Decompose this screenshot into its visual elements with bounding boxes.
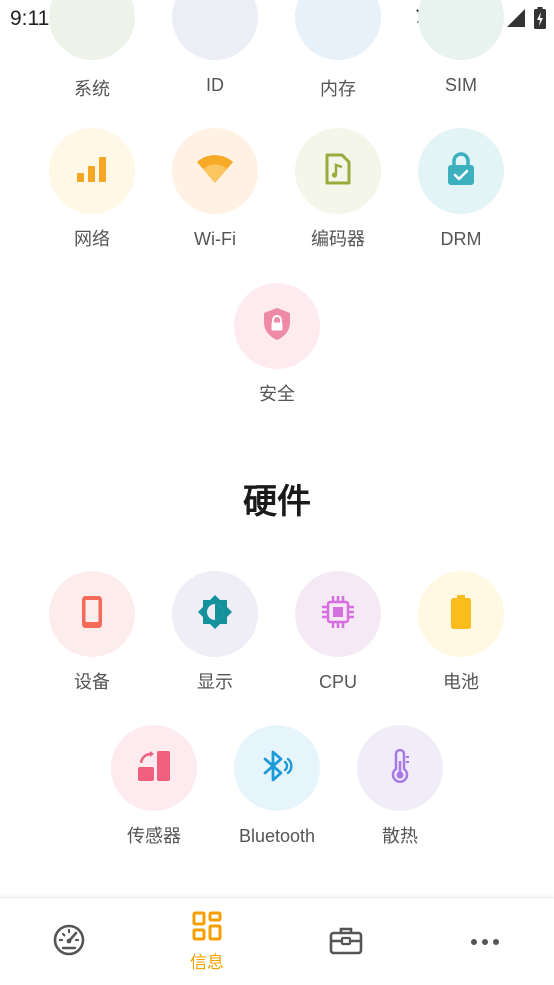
thermal-tile[interactable]: 散热 (345, 725, 455, 848)
memory-tile-circle[interactable] (295, 0, 381, 60)
system-tile-label: 系统 (74, 79, 110, 99)
id-tile-label: ID (206, 75, 224, 95)
codec-tile-label: 编码器 (311, 229, 365, 249)
music-file-icon (325, 153, 351, 190)
drm-tile[interactable]: DRM (406, 128, 516, 251)
device-tile-label: 设备 (74, 672, 110, 692)
network-tile[interactable]: 网络 (37, 128, 147, 251)
nav-info[interactable]: 信息 (138, 898, 276, 985)
cpu-tile[interactable]: CPU (283, 571, 393, 694)
codec-tile-circle (295, 128, 381, 214)
wifi-tile[interactable]: Wi-Fi (160, 128, 270, 251)
bluetooth-tile[interactable]: Bluetooth (222, 725, 332, 848)
sensor-tile-label: 传感器 (127, 826, 181, 846)
cpu-tile-label: CPU (318, 672, 357, 692)
battery-tile[interactable]: 电池 (406, 571, 516, 694)
battery-tile-label: 电池 (443, 672, 479, 692)
device-tile-circle (49, 571, 135, 657)
sim-tile-label: SIM (444, 75, 477, 95)
thermometer-icon (389, 748, 411, 788)
more-dots-icon (470, 933, 500, 951)
security-tile-label: 安全 (259, 384, 295, 404)
signal-bars-icon (76, 155, 108, 188)
drm-tile-label: DRM (440, 229, 482, 249)
nav-dashboard[interactable] (0, 898, 138, 985)
system-tile-circle[interactable] (49, 0, 135, 60)
cpu-chip-icon (320, 594, 356, 635)
wifi-tile-label: Wi-Fi (194, 229, 236, 249)
lock-icon (447, 151, 475, 191)
security-tile[interactable]: 安全 (222, 283, 332, 406)
sensor-tile[interactable]: 传感器 (99, 725, 209, 848)
brightness-icon (197, 594, 233, 635)
cpu-tile-circle (295, 571, 381, 657)
display-tile-label: 显示 (197, 672, 233, 692)
speedometer-icon (52, 923, 86, 962)
info-scroll-area[interactable]: 系统 ID 内存 SIM 网络 Wi-Fi 编码器 DRM 安全 硬件 设备 显… (0, 0, 554, 897)
nav-tools[interactable] (277, 898, 415, 985)
bottom-navigation: 信息 (0, 897, 554, 985)
nav-more[interactable] (416, 898, 554, 985)
display-tile[interactable]: 显示 (160, 571, 270, 694)
sensor-rotate-icon (137, 750, 171, 787)
sim-tile-circle[interactable] (418, 0, 504, 60)
bluetooth-tile-circle (234, 725, 320, 811)
wifi-tile-circle (172, 128, 258, 214)
sensor-tile-circle (111, 725, 197, 811)
codec-tile[interactable]: 编码器 (283, 128, 393, 251)
shield-lock-icon (262, 307, 292, 346)
grid-dashboard-icon (192, 911, 222, 946)
thermal-tile-circle (357, 725, 443, 811)
phone-icon (81, 595, 103, 634)
network-tile-circle (49, 128, 135, 214)
thermal-tile-label: 散热 (382, 826, 418, 846)
battery-icon (451, 594, 471, 634)
hardware-section-title: 硬件 (243, 483, 311, 521)
memory-tile-label: 内存 (320, 79, 356, 99)
nav-info-label: 信息 (190, 953, 224, 972)
drm-tile-circle (418, 128, 504, 214)
toolbox-icon (329, 925, 363, 960)
display-tile-circle (172, 571, 258, 657)
security-tile-circle (234, 283, 320, 369)
wifi-icon (196, 154, 234, 189)
battery-tile-circle (418, 571, 504, 657)
id-tile-circle[interactable] (172, 0, 258, 60)
network-tile-label: 网络 (74, 229, 110, 249)
bluetooth-tile-label: Bluetooth (238, 826, 316, 846)
bluetooth-icon (261, 749, 293, 788)
device-tile[interactable]: 设备 (37, 571, 147, 694)
